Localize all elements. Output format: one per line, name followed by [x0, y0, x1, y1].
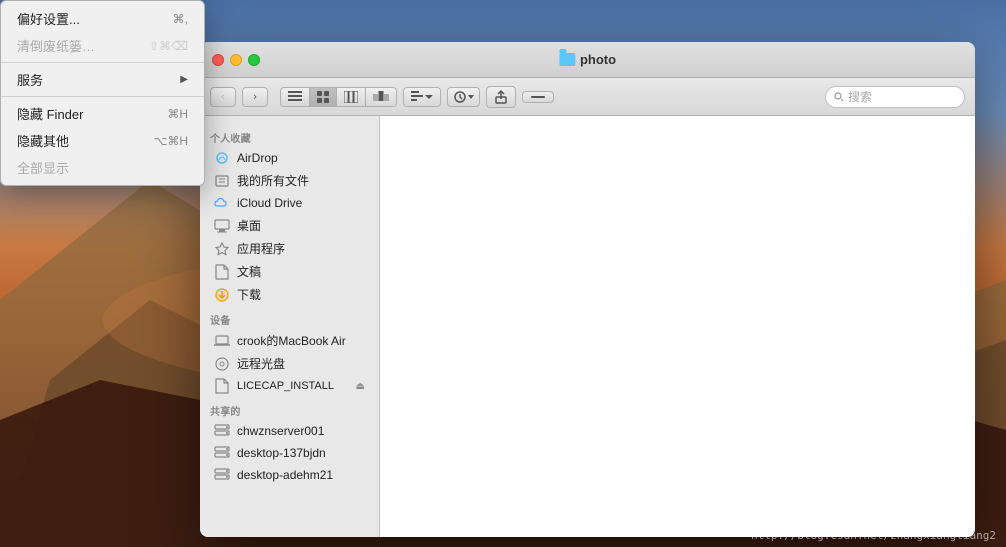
install-label: LICECAP_INSTALL — [237, 380, 334, 392]
forward-button[interactable]: › — [242, 87, 268, 107]
tag-button[interactable] — [522, 91, 554, 103]
traffic-lights — [212, 54, 260, 66]
icloud-label: iCloud Drive — [237, 196, 302, 210]
sidebar-item-all-files[interactable]: 我的所有文件 — [204, 169, 375, 192]
finder-app-menu: 偏好设置... ⌘, 清倒废纸篓… ⇧⌘⌫ 服务 ▶ 隐藏 Finder ⌘H … — [0, 0, 205, 186]
sidebar-item-install[interactable]: LICECAP_INSTALL ⏏ — [204, 375, 375, 397]
watermark: http://blog.csdn.net/zhangxiangliang2 — [751, 529, 996, 542]
finder-toolbar: ‹ › — [200, 78, 975, 116]
desktop-icon — [214, 218, 230, 234]
hide-others-shortcut: ⌥⌘H — [154, 134, 189, 148]
sidebar-item-documents[interactable]: 文稿 — [204, 260, 375, 283]
finder-window: photo ‹ › — [200, 42, 975, 537]
documents-label: 文稿 — [237, 263, 261, 280]
documents-icon — [214, 264, 230, 280]
action-button[interactable] — [447, 87, 480, 107]
optical-label: 远程光盘 — [237, 355, 285, 372]
sidebar-item-server2[interactable]: desktop-137bjdn — [204, 442, 375, 464]
airdrop-label: AirDrop — [237, 151, 278, 165]
menu-item-empty-trash[interactable]: 清倒废纸篓… ⇧⌘⌫ — [1, 32, 204, 59]
downloads-icon — [214, 287, 230, 303]
install-icon — [214, 378, 230, 394]
search-box[interactable]: 搜索 — [825, 86, 965, 108]
finder-title: photo — [559, 52, 616, 67]
eject-icon[interactable]: ⏏ — [356, 381, 365, 392]
sidebar-item-server3[interactable]: desktop-adehm21 — [204, 464, 375, 486]
view-options-group — [280, 87, 397, 107]
server3-label: desktop-adehm21 — [237, 468, 333, 482]
applications-label: 应用程序 — [237, 240, 285, 257]
minimize-button[interactable] — [230, 54, 242, 66]
back-button[interactable]: ‹ — [210, 87, 236, 107]
close-button[interactable] — [212, 54, 224, 66]
all-files-icon — [214, 173, 230, 189]
hide-finder-label: 隐藏 Finder — [17, 104, 83, 123]
main-content-area — [380, 116, 975, 537]
maximize-button[interactable] — [248, 54, 260, 66]
list-view-button[interactable] — [281, 88, 310, 106]
empty-trash-shortcut: ⇧⌘⌫ — [149, 39, 188, 53]
folder-icon — [559, 53, 575, 66]
menu-item-hide-finder[interactable]: 隐藏 Finder ⌘H — [1, 100, 204, 127]
sidebar: 个人收藏 AirDrop 我的所有文件 iCloud Drive — [200, 116, 380, 537]
server2-icon — [214, 445, 230, 461]
server2-label: desktop-137bjdn — [237, 446, 326, 460]
icon-view-button[interactable] — [310, 88, 337, 106]
macbook-label: crook的MacBook Air — [237, 332, 346, 349]
server3-icon — [214, 467, 230, 483]
server1-icon — [214, 423, 230, 439]
finder-body: 个人收藏 AirDrop 我的所有文件 iCloud Drive — [200, 116, 975, 537]
applications-icon — [214, 241, 230, 257]
search-placeholder: 搜索 — [848, 88, 872, 105]
menu-item-hide-others[interactable]: 隐藏其他 ⌥⌘H — [1, 127, 204, 154]
desktop-label: 桌面 — [237, 217, 261, 234]
cover-flow-button[interactable] — [366, 88, 396, 106]
menu-item-preferences[interactable]: 偏好设置... ⌘, — [1, 5, 204, 32]
sidebar-item-server1[interactable]: chwznserver001 — [204, 420, 375, 442]
hide-finder-shortcut: ⌘H — [167, 107, 188, 121]
menu-separator-1 — [1, 62, 204, 63]
personal-section-label: 个人收藏 — [200, 124, 379, 147]
preferences-label: 偏好设置... — [17, 9, 80, 28]
hide-others-label: 隐藏其他 — [17, 131, 69, 150]
server1-label: chwznserver001 — [237, 424, 324, 438]
menu-item-services[interactable]: 服务 ▶ — [1, 66, 204, 93]
menu-item-show-all[interactable]: 全部显示 — [1, 154, 204, 181]
search-icon — [834, 92, 844, 102]
macbook-icon — [214, 333, 230, 349]
show-all-label: 全部显示 — [17, 158, 69, 177]
sidebar-item-downloads[interactable]: 下载 — [204, 283, 375, 306]
finder-titlebar: photo — [200, 42, 975, 78]
sort-button[interactable] — [404, 88, 440, 106]
sidebar-item-applications[interactable]: 应用程序 — [204, 237, 375, 260]
sidebar-item-macbook[interactable]: crook的MacBook Air — [204, 329, 375, 352]
empty-trash-label: 清倒废纸篓… — [17, 36, 95, 55]
sidebar-item-desktop[interactable]: 桌面 — [204, 214, 375, 237]
icloud-icon — [214, 195, 230, 211]
menu-separator-2 — [1, 96, 204, 97]
all-files-label: 我的所有文件 — [237, 172, 309, 189]
sidebar-item-optical[interactable]: 远程光盘 — [204, 352, 375, 375]
preferences-shortcut: ⌘, — [173, 12, 188, 26]
window-title: photo — [580, 52, 616, 67]
shared-section-label: 共享的 — [200, 397, 379, 420]
airdrop-icon — [214, 150, 230, 166]
sidebar-item-icloud[interactable]: iCloud Drive — [204, 192, 375, 214]
sidebar-item-airdrop[interactable]: AirDrop — [204, 147, 375, 169]
devices-section-label: 设备 — [200, 306, 379, 329]
column-view-button[interactable] — [337, 88, 366, 106]
optical-icon — [214, 356, 230, 372]
services-arrow: ▶ — [180, 74, 188, 85]
downloads-label: 下载 — [237, 286, 261, 303]
services-label: 服务 — [17, 70, 43, 89]
sort-group — [403, 87, 441, 107]
share-button[interactable] — [486, 86, 516, 108]
